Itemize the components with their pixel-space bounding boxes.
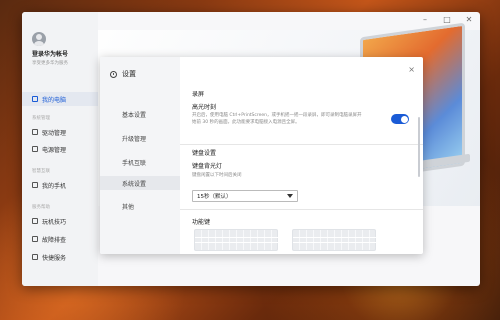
divider	[180, 209, 423, 210]
account-subtitle: 享受更多华为服务	[32, 61, 68, 66]
sidebar-section-help: 服务帮助	[32, 205, 50, 210]
sidebar-item-label: 我的手机	[42, 182, 67, 190]
settings-title-label: 设置	[122, 70, 136, 78]
power-icon	[32, 146, 38, 152]
sidebar-item-my-phone[interactable]: 我的手机	[22, 178, 98, 192]
highlight-moment-description: 开启后，使用电脑 Ctrl+PrintScreen，或手机摇一摇一段录屏，即可录…	[192, 113, 362, 125]
keyboard-illustration-right[interactable]	[292, 229, 377, 251]
chevron-down-icon	[287, 194, 293, 198]
close-window-button[interactable]: ✕	[464, 15, 474, 24]
gear-icon	[110, 70, 117, 78]
window-controls: – □ ✕	[420, 15, 474, 24]
backlight-timeout-value: 15秒（默认）	[197, 194, 232, 200]
sidebar-item-service[interactable]: 快捷服务	[22, 250, 98, 264]
sidebar-section-system: 系统管理	[32, 116, 50, 121]
sidebar-item-label: 电源管理	[42, 146, 67, 154]
sidebar-item-label: 玩机技巧	[42, 218, 67, 226]
account-name[interactable]: 登录华为帐号	[32, 49, 68, 58]
sidebar-item-my-computer[interactable]: 我的电脑	[22, 92, 98, 106]
keyboard-idle-label: 键盘闲置以下时间后关闭	[192, 173, 242, 178]
sidebar-item-label: 故障排查	[42, 236, 67, 244]
section-keyboard: 键盘设置	[192, 150, 217, 157]
laptop-icon	[32, 96, 38, 102]
settings-tab-system[interactable]: 系统设置	[100, 176, 180, 190]
settings-tab-upgrade[interactable]: 升级管理	[100, 131, 180, 145]
troubleshoot-icon	[32, 236, 38, 242]
keyboard-backlight-label: 键盘背光灯	[192, 163, 223, 170]
pc-manager-window: – □ ✕ 登录华为帐号 享受更多华为服务 我的电脑 系统管理 驱动管理 电源管…	[22, 12, 480, 286]
sidebar-item-label: 驱动管理	[42, 129, 67, 137]
settings-nav: 设置 基本设置 升级管理 手机互联 系统设置 其他	[100, 57, 180, 254]
sidebar-section-connect: 智慧互联	[32, 169, 50, 174]
divider	[180, 144, 423, 145]
tips-icon	[32, 218, 38, 224]
close-dialog-button[interactable]: ×	[408, 65, 415, 74]
maximize-button[interactable]: □	[442, 15, 452, 24]
sidebar-item-troubleshoot[interactable]: 故障排查	[22, 232, 98, 246]
highlight-moment-label: 高光时刻	[192, 104, 217, 111]
minimize-button[interactable]: –	[420, 15, 430, 24]
section-function-keys: 功能键	[192, 219, 211, 226]
sidebar-item-driver[interactable]: 驱动管理	[22, 125, 98, 139]
settings-title: 设置	[110, 69, 136, 79]
sidebar-item-label: 快捷服务	[42, 254, 67, 262]
keyboard-illustration-left[interactable]	[194, 229, 279, 251]
highlight-moment-toggle[interactable]	[391, 114, 409, 124]
backlight-timeout-select[interactable]: 15秒（默认）	[192, 190, 298, 202]
settings-tab-phone-link[interactable]: 手机互联	[100, 155, 180, 169]
settings-tab-basic[interactable]: 基本设置	[100, 107, 180, 121]
settings-tab-other[interactable]: 其他	[100, 199, 180, 213]
phone-icon	[32, 182, 38, 188]
account-block[interactable]: 登录华为帐号 享受更多华为服务	[32, 32, 68, 66]
section-recording: 录屏	[192, 91, 205, 98]
sidebar-item-power[interactable]: 电源管理	[22, 142, 98, 156]
driver-icon	[32, 129, 38, 135]
service-icon	[32, 254, 38, 260]
scrollbar[interactable]	[418, 117, 420, 177]
settings-content: × 录屏 高光时刻 开启后，使用电脑 Ctrl+PrintScreen，或手机摇…	[180, 57, 423, 254]
settings-dialog: 设置 基本设置 升级管理 手机互联 系统设置 其他 × 录屏 高光时刻 开启后，…	[100, 57, 423, 254]
sidebar-item-tips[interactable]: 玩机技巧	[22, 214, 98, 228]
sidebar-item-label: 我的电脑	[42, 96, 67, 104]
sidebar: 登录华为帐号 享受更多华为服务 我的电脑 系统管理 驱动管理 电源管理 智慧互联…	[22, 12, 98, 286]
avatar[interactable]	[32, 32, 46, 46]
